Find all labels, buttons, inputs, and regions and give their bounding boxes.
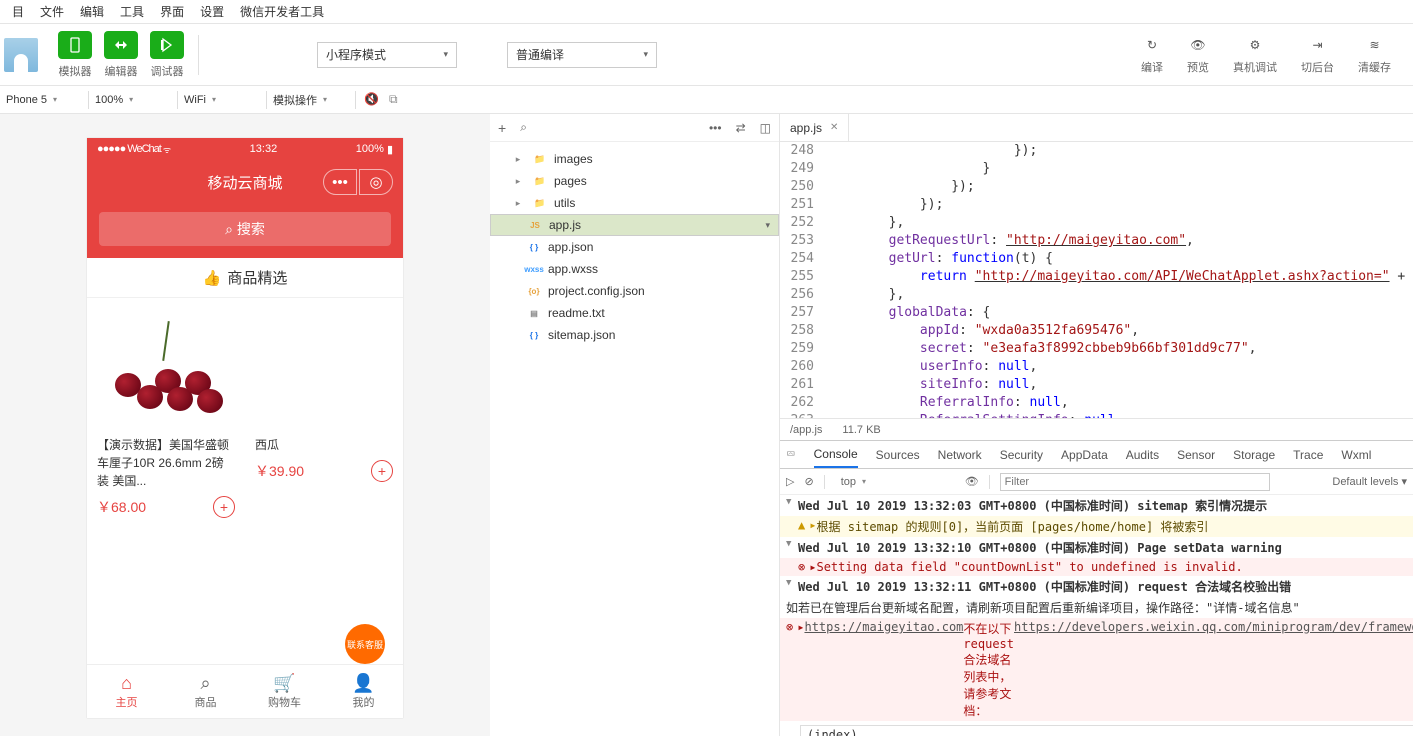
background-button[interactable]: ⇥切后台 xyxy=(1301,35,1334,75)
editor-button[interactable]: 编辑器 xyxy=(104,31,138,79)
folder-node[interactable]: ▸📁images xyxy=(490,148,779,170)
file-node[interactable]: { }sitemap.json xyxy=(490,324,779,346)
devtools-tab-security[interactable]: Security xyxy=(1000,448,1043,462)
product-item[interactable]: 西瓜￥39.90+ xyxy=(245,298,403,664)
devtools-tabs: ⮹ Console Sources Network Security AppData Au… xyxy=(780,441,1413,469)
contact-fab[interactable]: 联系客服 xyxy=(345,624,385,664)
add-button[interactable]: + xyxy=(213,496,235,518)
mute-icon[interactable]: 🔇 xyxy=(364,92,379,107)
remote-button[interactable]: ⚙真机调试 xyxy=(1233,35,1277,75)
console-log[interactable]: ▼Wed Jul 10 2019 13:32:03 GMT+0800 (中国标准… xyxy=(780,495,1413,736)
toolbar: 模拟器编辑器调试器 小程序模式 普通编译 ↻编译 👁预览 ⚙真机调试 ⇥切后台 ≋清缓存 xyxy=(0,24,1413,86)
mode-select[interactable]: 小程序模式 xyxy=(317,42,457,68)
play-icon[interactable]: ▷ xyxy=(786,475,794,488)
inspect-icon[interactable]: ⮹ xyxy=(786,447,796,462)
editor-tabs: app.js ✕ xyxy=(780,114,1413,142)
editor-status: /app.js11.7 KB xyxy=(780,418,1413,440)
sim-action-select[interactable]: 模拟操作 xyxy=(267,90,355,110)
context-select[interactable]: top xyxy=(835,472,955,492)
page-title: 移动云商城 xyxy=(207,172,282,193)
menu-item[interactable]: 微信开发者工具 xyxy=(232,3,332,20)
file-node[interactable]: {o}project.config.json xyxy=(490,280,779,302)
capsule-menu[interactable]: ••• xyxy=(323,169,357,195)
devtools-tab-storage[interactable]: Storage xyxy=(1233,448,1275,462)
simulator-button[interactable]: 模拟器 xyxy=(58,31,92,79)
avatar[interactable] xyxy=(4,38,38,72)
menu-item[interactable]: 编辑 xyxy=(72,3,112,20)
nav-bar: 移动云商城 ••• ◎ xyxy=(87,160,403,204)
capsule-close[interactable]: ◎ xyxy=(359,169,393,195)
menu-item[interactable]: 目 xyxy=(4,3,32,20)
code-editor[interactable]: 2482492502512522532542552562572582592602… xyxy=(780,142,1413,418)
eye-icon[interactable]: 👁 xyxy=(965,475,979,488)
file-node[interactable]: { }app.json xyxy=(490,236,779,258)
debugger-button[interactable]: 调试器 xyxy=(150,31,184,79)
console-table: (index)00"http://maigeyitao.com"1"https:… xyxy=(800,725,1413,736)
product-item[interactable]: 【演示数据】美国华盛顿车厘子10R 26.6mm 2磅装 美国...￥68.00… xyxy=(87,298,245,664)
more-icon[interactable]: ••• xyxy=(709,121,722,135)
add-file-icon[interactable]: + xyxy=(498,120,506,136)
close-icon[interactable]: ✕ xyxy=(830,122,838,133)
file-node[interactable]: ▤readme.txt xyxy=(490,302,779,324)
dock-icon[interactable]: ⧉ xyxy=(389,92,398,107)
tab-bar: ⌂主页⌕商品🛒购物车👤我的 xyxy=(87,664,403,718)
menu-item[interactable]: 工具 xyxy=(112,3,152,20)
compile-select[interactable]: 普通编译 xyxy=(507,42,657,68)
search-input[interactable]: ⌕ 搜索 xyxy=(99,212,391,246)
status-bar: ●●●●● WeChatᯤ 13:32 100%▮ xyxy=(87,138,403,160)
split-icon[interactable]: ◫ xyxy=(760,121,771,135)
compile-button[interactable]: ↻编译 xyxy=(1141,35,1163,75)
clear-icon[interactable]: ⊘ xyxy=(804,475,813,488)
devtools: ⮹ Console Sources Network Security AppData Au… xyxy=(780,440,1413,736)
folder-node[interactable]: ▸📁utils xyxy=(490,192,779,214)
tab-home[interactable]: ⌂主页 xyxy=(87,665,166,718)
menubar: 目文件编辑工具界面设置微信开发者工具 xyxy=(0,0,1413,24)
devtools-tab-network[interactable]: Network xyxy=(938,448,982,462)
file-explorer: + ⌕ ••• ⇄ ◫ ▸📁images▸📁pages▸📁utilsJSapp.… xyxy=(490,114,780,736)
search-area: ⌕ 搜索 xyxy=(87,204,403,258)
devtools-tab-console[interactable]: Console xyxy=(814,447,858,468)
preview-button[interactable]: 👁预览 xyxy=(1187,35,1209,75)
filter-input[interactable] xyxy=(1000,473,1270,491)
network-select[interactable]: WiFi xyxy=(178,90,266,110)
menu-item[interactable]: 文件 xyxy=(32,3,72,20)
menu-item[interactable]: 界面 xyxy=(152,3,192,20)
devtools-tab-sources[interactable]: Sources xyxy=(876,448,920,462)
tab-mine[interactable]: 👤我的 xyxy=(324,665,403,718)
editor-tab[interactable]: app.js ✕ xyxy=(780,114,849,142)
folder-node[interactable]: ▸📁pages xyxy=(490,170,779,192)
price: ￥68.00 xyxy=(97,497,146,517)
clear-cache-button[interactable]: ≋清缓存 xyxy=(1358,35,1391,75)
devtools-tab-sensor[interactable]: Sensor xyxy=(1177,448,1215,462)
file-node[interactable]: JSapp.js xyxy=(490,214,779,236)
section-title: 👍 商品精选 xyxy=(87,258,403,298)
search-icon[interactable]: ⌕ xyxy=(520,120,527,135)
simulator-column: ●●●●● WeChatᯤ 13:32 100%▮ 移动云商城 ••• ◎ ⌕ … xyxy=(0,114,490,736)
devtools-tab-audits[interactable]: Audits xyxy=(1126,448,1159,462)
zoom-select[interactable]: 100% xyxy=(89,90,177,110)
menu-item[interactable]: 设置 xyxy=(192,3,232,20)
devtools-tab-appdata[interactable]: AppData xyxy=(1061,448,1108,462)
price: ￥39.90 xyxy=(255,461,304,481)
collapse-icon[interactable]: ⇄ xyxy=(736,121,746,135)
code-area: app.js ✕ 2482492502512522532542552562572… xyxy=(780,114,1413,736)
device-select[interactable]: Phone 5 xyxy=(0,90,88,110)
add-button[interactable]: + xyxy=(371,460,393,482)
thumbs-up-icon: 👍 xyxy=(203,269,222,287)
tab-goods[interactable]: ⌕商品 xyxy=(166,665,245,718)
simulator-bar: Phone 5 100% WiFi 模拟操作 🔇 ⧉ xyxy=(0,86,1413,114)
levels-select[interactable]: Default levels ▾ xyxy=(1332,475,1407,488)
devtools-tab-wxml[interactable]: Wxml xyxy=(1341,448,1371,462)
main: ●●●●● WeChatᯤ 13:32 100%▮ 移动云商城 ••• ◎ ⌕ … xyxy=(0,114,1413,736)
devtools-tab-trace[interactable]: Trace xyxy=(1293,448,1323,462)
search-icon: ⌕ xyxy=(225,221,233,238)
file-node[interactable]: wxssapp.wxss xyxy=(490,258,779,280)
tab-cart[interactable]: 🛒购物车 xyxy=(245,665,324,718)
